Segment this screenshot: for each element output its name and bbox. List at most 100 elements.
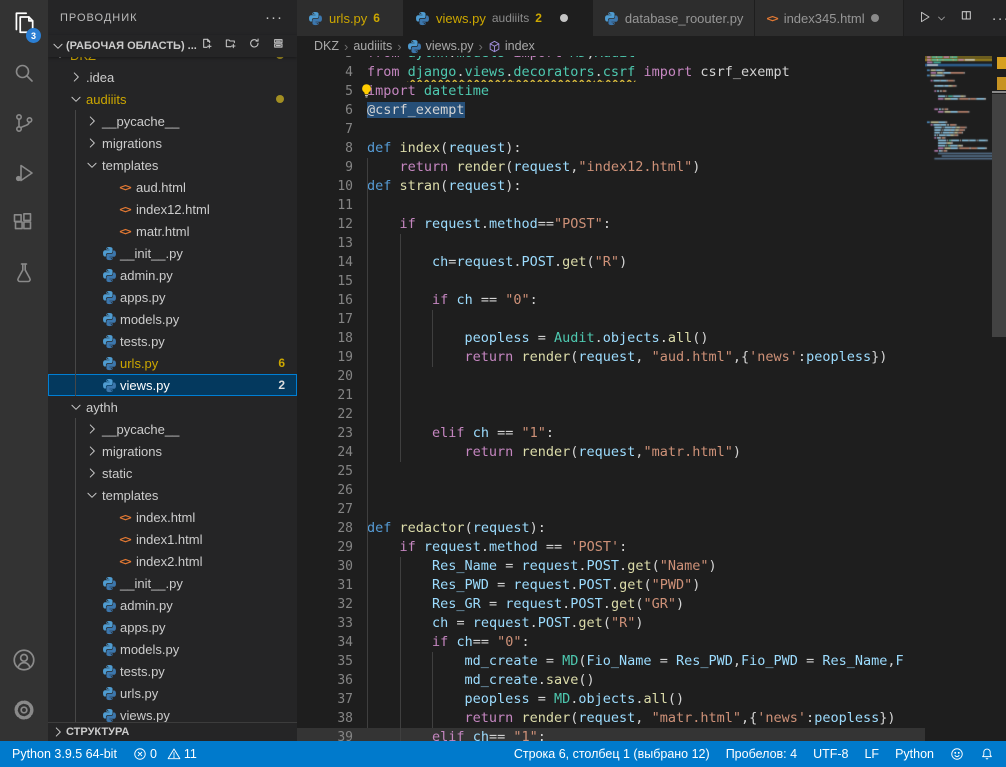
- line-number[interactable]: 35: [297, 652, 353, 671]
- tree-item-tests.py[interactable]: tests.py: [48, 330, 297, 352]
- activity-item-run-debug[interactable]: [0, 150, 48, 200]
- line-number[interactable]: 16: [297, 291, 353, 310]
- tree-item-audiiits[interactable]: audiiits: [48, 88, 297, 110]
- line-number[interactable]: 11: [297, 196, 353, 215]
- line-number[interactable]: 20: [297, 367, 353, 386]
- split-editor-button[interactable]: [961, 10, 977, 26]
- tree-item-index12.html[interactable]: <>index12.html: [48, 198, 297, 220]
- code-line-11[interactable]: 11: [297, 196, 925, 215]
- code-line-36[interactable]: 36 md_create.save(): [297, 671, 925, 690]
- tree-item-urls.py[interactable]: urls.py: [48, 682, 297, 704]
- activity-item-settings[interactable]: [0, 687, 48, 737]
- line-number[interactable]: 9: [297, 158, 353, 177]
- modified-dot[interactable]: [560, 14, 568, 22]
- tree-item-index.html[interactable]: <>index.html: [48, 506, 297, 528]
- tree-item-models.py[interactable]: models.py: [48, 638, 297, 660]
- code-line-29[interactable]: 29 if request.method == 'POST':: [297, 538, 925, 557]
- line-number[interactable]: 26: [297, 481, 353, 500]
- status-encoding[interactable]: UTF-8: [813, 747, 848, 761]
- line-number[interactable]: 10: [297, 177, 353, 196]
- tree-item-admin.py[interactable]: admin.py: [48, 264, 297, 286]
- tree-item-matr.html[interactable]: <>matr.html: [48, 220, 297, 242]
- code-line-10[interactable]: 10def stran(request):: [297, 177, 925, 196]
- tree-item-__pycache__[interactable]: __pycache__: [48, 110, 297, 132]
- collapse-all-icon[interactable]: [273, 38, 289, 54]
- activity-item-account[interactable]: [0, 637, 48, 687]
- line-number[interactable]: 12: [297, 215, 353, 234]
- tree-item-models.py[interactable]: models.py: [48, 308, 297, 330]
- tree-item-aythh[interactable]: aythh: [48, 396, 297, 418]
- code-line-15[interactable]: 15: [297, 272, 925, 291]
- line-number[interactable]: 21: [297, 386, 353, 405]
- minimap[interactable]: [925, 56, 992, 741]
- code-line-18[interactable]: 18 peopless = Audit.objects.all(): [297, 329, 925, 348]
- line-number[interactable]: 39: [297, 728, 353, 741]
- line-number[interactable]: 30: [297, 557, 353, 576]
- tree-item-DKZ[interactable]: DKZ: [48, 57, 297, 66]
- tree-item-__init__.py[interactable]: __init__.py: [48, 572, 297, 594]
- code-line-4[interactable]: 4from django.views.decorators.csrf impor…: [297, 63, 925, 82]
- run-button[interactable]: [918, 10, 946, 27]
- line-number[interactable]: 18: [297, 329, 353, 348]
- activity-item-search[interactable]: [0, 50, 48, 100]
- code-line-23[interactable]: 23 elif ch == "1":: [297, 424, 925, 443]
- line-number[interactable]: 38: [297, 709, 353, 728]
- tree-item-templates[interactable]: templates: [48, 154, 297, 176]
- status-python-interpreter[interactable]: Python 3.9.5 64-bit: [12, 747, 117, 761]
- code-line-39[interactable]: 39 elif ch== "1":: [297, 728, 925, 741]
- sidebar-more-actions-icon[interactable]: ···: [265, 9, 283, 26]
- tree-item-apps.py[interactable]: apps.py: [48, 286, 297, 308]
- code-line-27[interactable]: 27: [297, 500, 925, 519]
- line-number[interactable]: 32: [297, 595, 353, 614]
- code-line-14[interactable]: 14 ch=request.POST.get("R"): [297, 253, 925, 272]
- code-line-30[interactable]: 30 Res_Name = request.POST.get("Name"): [297, 557, 925, 576]
- refresh-icon[interactable]: [249, 38, 265, 54]
- code-line-35[interactable]: 35 md_create = MD(Fio_Name = Res_PWD,Fio…: [297, 652, 925, 671]
- code-line-16[interactable]: 16 if ch == "0":: [297, 291, 925, 310]
- status-cursor-position[interactable]: Строка 6, столбец 1 (выбрано 12): [514, 747, 710, 761]
- tab-index345.html[interactable]: <>index345.html: [755, 0, 903, 36]
- line-number[interactable]: 22: [297, 405, 353, 424]
- code-line-31[interactable]: 31 Res_PWD = request.POST.get("PWD"): [297, 576, 925, 595]
- tree-item-tests.py[interactable]: tests.py: [48, 660, 297, 682]
- tree-item-apps.py[interactable]: apps.py: [48, 616, 297, 638]
- breadcrumb-item-DKZ[interactable]: DKZ: [314, 39, 339, 53]
- line-number[interactable]: 34: [297, 633, 353, 652]
- code-line-7[interactable]: 7: [297, 120, 925, 139]
- code-line-12[interactable]: 12 if request.method=="POST":: [297, 215, 925, 234]
- line-number[interactable]: 28: [297, 519, 353, 538]
- tree-item-index1.html[interactable]: <>index1.html: [48, 528, 297, 550]
- code-line-19[interactable]: 19 return render(request, "aud.html",{'n…: [297, 348, 925, 367]
- tree-item-admin.py[interactable]: admin.py: [48, 594, 297, 616]
- new-file-icon[interactable]: [201, 38, 217, 54]
- tree-item-views.py[interactable]: views.py: [48, 704, 297, 723]
- line-number[interactable]: 37: [297, 690, 353, 709]
- tree-item-__pycache__[interactable]: __pycache__: [48, 418, 297, 440]
- tab-views.py[interactable]: views.pyaudiiits2: [404, 0, 593, 36]
- more-actions-button[interactable]: ···: [992, 10, 1006, 27]
- status-notifications[interactable]: [980, 747, 994, 761]
- code-line-5[interactable]: 5import datetime: [297, 82, 925, 101]
- code-editor[interactable]: 3from aythh.models import MD,Audit4from …: [297, 36, 925, 741]
- activity-item-explorer[interactable]: 3: [0, 0, 48, 50]
- line-number[interactable]: 6: [297, 101, 353, 120]
- line-number[interactable]: 7: [297, 120, 353, 139]
- code-line-9[interactable]: 9 return render(request,"index12.html"): [297, 158, 925, 177]
- code-line-22[interactable]: 22: [297, 405, 925, 424]
- code-line-28[interactable]: 28def redactor(request):: [297, 519, 925, 538]
- code-line-33[interactable]: 33 ch = request.POST.get("R"): [297, 614, 925, 633]
- tree-item-templates[interactable]: templates: [48, 484, 297, 506]
- lightbulb-icon[interactable]: [359, 83, 374, 103]
- tab-urls.py[interactable]: urls.py6: [297, 0, 404, 36]
- workspace-section-header[interactable]: (РАБОЧАЯ ОБЛАСТЬ) ...: [48, 35, 297, 57]
- line-number[interactable]: 14: [297, 253, 353, 272]
- code-line-21[interactable]: 21: [297, 386, 925, 405]
- line-number[interactable]: 23: [297, 424, 353, 443]
- breadcrumb-item-index[interactable]: index: [488, 39, 535, 53]
- code-line-34[interactable]: 34 if ch== "0":: [297, 633, 925, 652]
- tree-item-aud.html[interactable]: <>aud.html: [48, 176, 297, 198]
- tree-item-migrations[interactable]: migrations: [48, 440, 297, 462]
- code-line-37[interactable]: 37 peopless = MD.objects.all(): [297, 690, 925, 709]
- line-number[interactable]: 8: [297, 139, 353, 158]
- line-number[interactable]: 4: [297, 63, 353, 82]
